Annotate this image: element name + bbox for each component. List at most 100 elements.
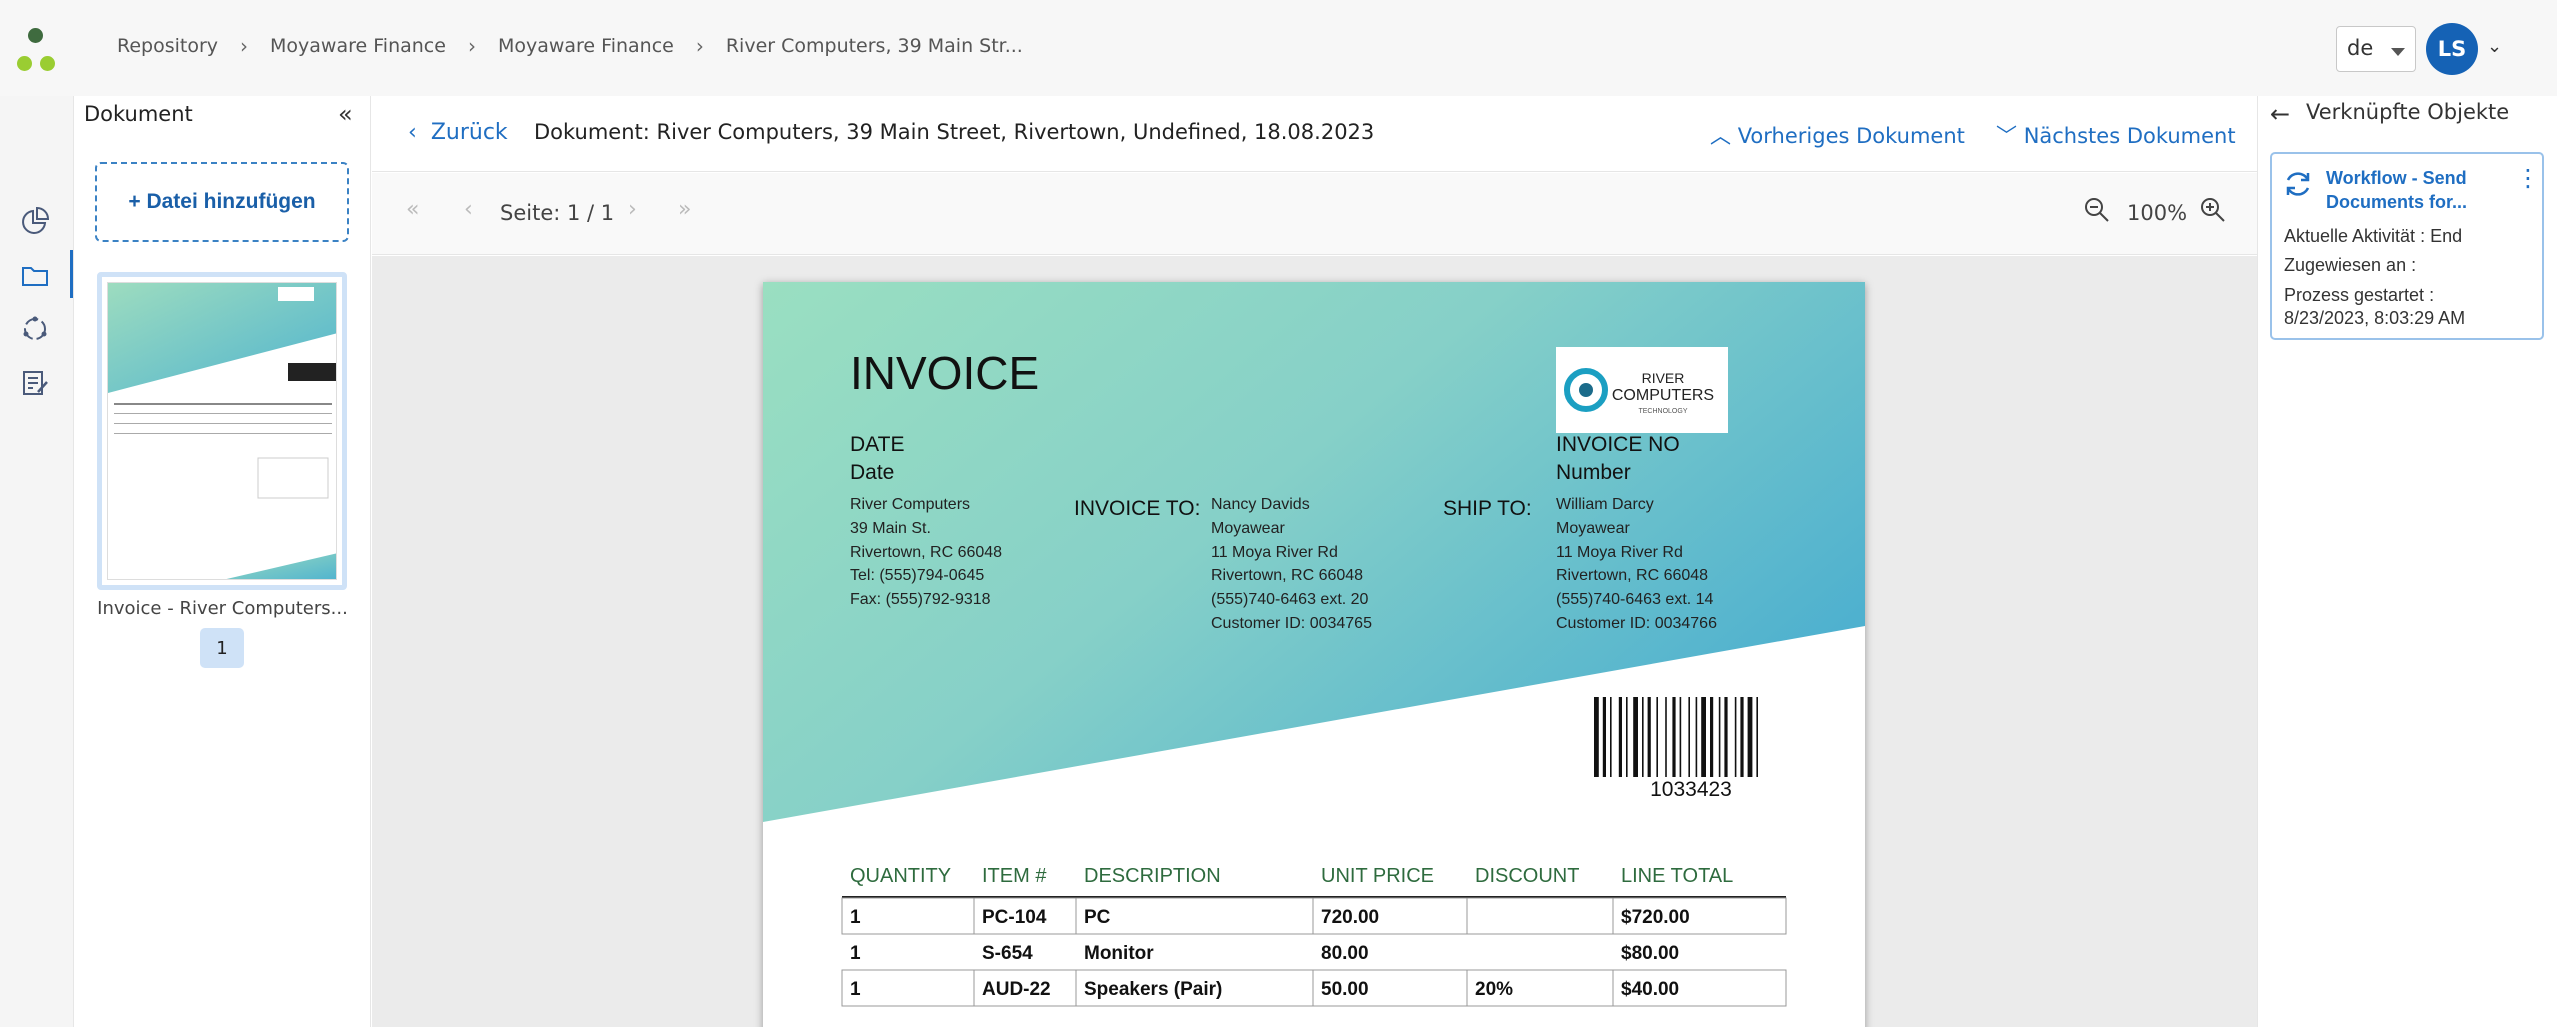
breadcrumb-item[interactable]: Repository [117, 35, 218, 57]
ship-to-line: Moyawear [1556, 520, 1630, 537]
barcode [1594, 697, 1758, 777]
zoom-in-icon[interactable] [2198, 195, 2228, 225]
barcode-bar [1618, 697, 1622, 777]
cell: $40.00 [1621, 979, 1679, 1000]
workflow-started-label: Prozess gestartet : [2284, 285, 2435, 305]
column-header: DISCOUNT [1475, 865, 1579, 887]
document-title: Dokument: River Computers, 39 Main Stree… [534, 120, 1375, 144]
panel-title: Dokument [84, 102, 193, 126]
barcode-bar [1626, 697, 1628, 777]
caret-down-icon [2391, 48, 2405, 56]
barcode-bar [1642, 697, 1644, 777]
cell: 80.00 [1321, 943, 1369, 964]
from-line: Rivertown, RC 66048 [850, 544, 1002, 561]
breadcrumb-item-current[interactable]: River Computers, 39 Main Str... [726, 35, 1023, 57]
back-button[interactable]: ‹ Zurück [408, 120, 508, 145]
language-select[interactable]: de [2336, 26, 2416, 72]
user-avatar[interactable]: LS [2426, 23, 2478, 75]
ship-to-line: Customer ID: 0034766 [1556, 615, 1717, 632]
cell: 50.00 [1321, 979, 1369, 1000]
cell: $720.00 [1621, 907, 1690, 928]
document-viewer[interactable]: INVOICE DATE Date River Computers 39 Mai… [372, 256, 2257, 1027]
previous-document-button[interactable]: ︿ Vorheriges Dokument [1710, 120, 1965, 150]
invoice-to-line: Moyawear [1211, 520, 1285, 537]
document-panel: Dokument « + Datei hinzufügen Invoice - … [74, 96, 371, 1027]
folder-icon[interactable] [20, 260, 50, 290]
back-label: Zurück [430, 120, 508, 145]
from-line: River Computers [850, 496, 970, 513]
next-document-label: Nächstes Dokument [2023, 124, 2236, 148]
cell: PC-104 [982, 907, 1047, 928]
task-list-icon[interactable] [20, 368, 50, 398]
barcode-bar [1747, 697, 1753, 777]
date-label: DATE [850, 433, 904, 456]
barcode-bar [1688, 697, 1690, 777]
workflow-cycle-icon [2286, 172, 2310, 196]
workflow-title[interactable]: Workflow - Send Documents for... [2326, 166, 2506, 214]
barcode-bar [1740, 697, 1744, 777]
barcode-bar [1610, 697, 1612, 777]
cell: 720.00 [1321, 907, 1379, 928]
logo-text: COMPUTERS [1612, 387, 1714, 404]
barcode-bar [1656, 697, 1658, 777]
cell: AUD-22 [982, 979, 1051, 1000]
workflow-card[interactable]: Workflow - Send Documents for... ⋮ Aktue… [2270, 152, 2544, 340]
workflow-assigned: Zugewiesen an : [2284, 255, 2417, 275]
column-header: QUANTITY [850, 865, 951, 887]
document-thumbnail[interactable] [97, 272, 347, 590]
breadcrumb-item[interactable]: Moyaware Finance [270, 35, 446, 57]
invoice-title: INVOICE [850, 347, 1039, 399]
logo-dot-top [28, 28, 43, 43]
barcode-bar [1710, 697, 1714, 777]
app-logo[interactable] [16, 28, 58, 74]
last-page-icon[interactable]: » [678, 197, 691, 222]
arrow-left-icon[interactable]: ← [2270, 100, 2290, 128]
next-document-button[interactable]: ﹀ Nächstes Dokument [1996, 120, 2236, 150]
logo-text: RIVER [1642, 370, 1685, 386]
barcode-bar [1594, 697, 1599, 777]
first-page-icon[interactable]: « [406, 197, 419, 222]
chevron-right-icon: › [695, 34, 704, 58]
page-number-badge[interactable]: 1 [200, 628, 244, 668]
left-nav-rail [0, 96, 74, 1027]
next-page-icon[interactable]: › [628, 197, 637, 222]
panel-title: Verknüpfte Objekte [2306, 100, 2510, 124]
breadcrumb-item[interactable]: Moyaware Finance [498, 35, 674, 57]
language-value: de [2347, 36, 2374, 60]
cell: PC [1084, 907, 1111, 928]
logo-text: TECHNOLOGY [1638, 408, 1687, 415]
chevron-down-icon: ﹀ [1996, 124, 2017, 148]
barcode-bar [1718, 697, 1721, 777]
add-file-button[interactable]: + Datei hinzufügen [95, 162, 349, 242]
from-line: Tel: (555)794-0645 [850, 567, 984, 584]
chevron-down-icon[interactable]: ⌄ [2487, 36, 2502, 57]
top-bar: Repository › Moyaware Finance › Moyaware… [0, 0, 2557, 96]
invoice-to-line: Customer ID: 0034765 [1211, 615, 1372, 632]
ship-to-label: SHIP TO: [1443, 497, 1532, 520]
previous-document-label: Vorheriges Dokument [1737, 124, 1965, 148]
cell: $80.00 [1621, 943, 1679, 964]
invoice-page: INVOICE DATE Date River Computers 39 Mai… [763, 282, 1865, 1027]
zoom-level: 100% [2127, 201, 2188, 225]
logo-dot-right [40, 56, 55, 71]
pie-chart-icon[interactable] [20, 206, 50, 236]
workflow-cycle-icon[interactable] [20, 314, 50, 344]
collapse-icon[interactable]: « [338, 100, 353, 128]
viewer-toolbar: « ‹ Seite: 1 / 1 › » 100% [372, 173, 2257, 255]
from-line: 39 Main St. [850, 520, 931, 537]
zoom-out-icon[interactable] [2082, 195, 2112, 225]
barcode-bar [1695, 697, 1698, 777]
cell: 20% [1475, 979, 1513, 1000]
more-vertical-icon[interactable]: ⋮ [2516, 164, 2540, 192]
prev-page-icon[interactable]: ‹ [464, 197, 473, 222]
from-line: Fax: (555)792-9318 [850, 591, 991, 608]
column-header: LINE TOTAL [1621, 865, 1733, 887]
date-value: Date [850, 461, 894, 484]
ship-to-line: 11 Moya River Rd [1556, 544, 1683, 561]
barcode-bar [1724, 697, 1728, 777]
thumbnail-preview [108, 283, 336, 579]
ship-to-line: (555)740-6463 ext. 14 [1556, 591, 1714, 608]
cell: 1 [850, 979, 861, 1000]
company-logo-icon-core [1579, 383, 1593, 397]
invoice-document: INVOICE DATE Date River Computers 39 Mai… [763, 282, 1865, 1007]
